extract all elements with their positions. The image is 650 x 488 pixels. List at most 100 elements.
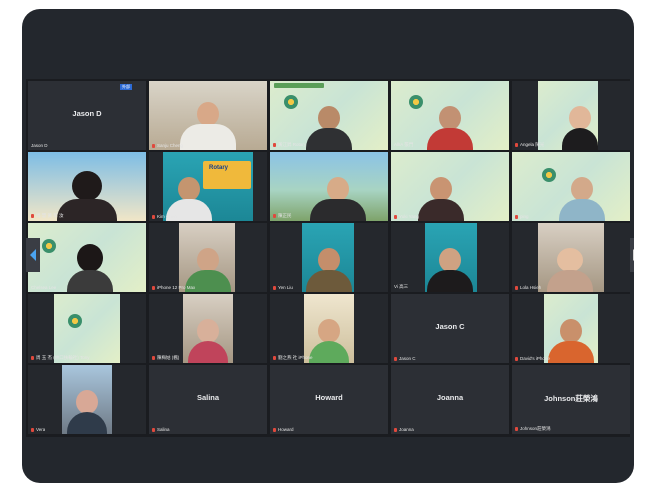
participant-tile-howard[interactable]: Howard Howard xyxy=(270,365,388,434)
participant-label: Salina xyxy=(152,427,170,432)
participant-tile-rotary-speaker[interactable]: 黃江昇 Rotary xyxy=(270,81,388,150)
participant-label: 陳正民 xyxy=(273,213,292,219)
participant-video-person xyxy=(310,177,366,221)
mic-muted-icon xyxy=(273,428,276,432)
participant-name: Joanna xyxy=(436,393,464,402)
participant-tile-yuki[interactable]: Yuki Yang xyxy=(391,152,509,221)
participant-label: Chelsea Lee xyxy=(31,285,57,290)
participant-tile-johnson[interactable]: Johnson莊榮鴻 Johnson莊榮鴻 xyxy=(512,365,630,434)
participant-label: Vera xyxy=(31,427,45,432)
participant-tile-allia[interactable]: AllIA 張門 xyxy=(391,81,509,150)
participant-tile-iphone12[interactable]: iPhone 12 Pro Max xyxy=(149,223,267,292)
participant-video-person xyxy=(306,106,352,150)
participant-video-person xyxy=(562,106,598,150)
participant-tile-salina[interactable]: Salina Salina xyxy=(149,365,267,434)
participant-label: Joanna xyxy=(394,427,414,432)
rotary-banner xyxy=(274,83,324,88)
participant-tile-jason-c[interactable]: Jason C Jason C xyxy=(391,294,509,363)
mic-muted-icon xyxy=(31,428,34,432)
participant-label: AllIA 張門 xyxy=(394,142,414,147)
participant-label: 陳梅姑 (楓) xyxy=(152,355,179,361)
participant-label: Angela 陳光 xyxy=(515,142,544,148)
mic-muted-icon xyxy=(152,356,155,360)
participant-tile-vi[interactable]: Vi 高三 xyxy=(391,223,509,292)
participant-video-person xyxy=(180,102,236,150)
participant-tile-r4c2[interactable]: 陳梅姑 (楓) xyxy=(149,294,267,363)
chevron-right-icon xyxy=(633,249,634,261)
participant-label: Sanju Cheng xyxy=(152,143,183,148)
mic-muted-icon xyxy=(394,428,397,432)
participant-video-person xyxy=(427,106,473,150)
participant-label: Jason D xyxy=(31,143,48,148)
participant-label: Jason C xyxy=(394,356,416,361)
mic-muted-icon xyxy=(515,357,518,361)
mic-muted-icon xyxy=(152,215,155,219)
participant-tile-angela[interactable]: Angela 陳光 xyxy=(512,81,630,150)
participant-label: Yen Liu xyxy=(273,285,293,290)
mic-muted-icon xyxy=(515,286,518,290)
participant-video-person xyxy=(427,248,473,292)
participant-name: Salina xyxy=(196,393,220,402)
participant-tile-david[interactable]: David's iPhone xyxy=(512,294,630,363)
participant-name: Howard xyxy=(315,393,343,402)
participant-video-person xyxy=(547,248,593,292)
participant-label: iPhone 12 Pro Max xyxy=(152,285,195,290)
participant-name: Johnson莊榮鴻 xyxy=(544,394,598,403)
prev-page-button[interactable] xyxy=(26,238,40,272)
participant-video-person xyxy=(67,244,113,292)
meeting-window: 外部 Jason D Jason D Sanju Cheng 黃江昇 Rotar… xyxy=(22,9,634,483)
mic-muted-icon xyxy=(515,143,518,147)
mic-muted-icon xyxy=(515,427,518,431)
mic-muted-icon xyxy=(394,357,397,361)
mic-muted-icon xyxy=(152,144,155,148)
rotary-logo-icon xyxy=(42,239,56,253)
mic-muted-icon xyxy=(31,214,34,218)
participant-label: Lola Hsieh xyxy=(515,285,541,290)
participant-video-person xyxy=(548,319,594,363)
mic-muted-icon xyxy=(273,356,276,360)
participant-tile-vera[interactable]: Vera xyxy=(28,365,146,434)
participant-tile-jason-d[interactable]: 外部 Jason D Jason D xyxy=(28,81,146,150)
rotary-logo-icon xyxy=(542,168,556,182)
participant-name: Jason C xyxy=(435,322,465,331)
participant-label: David's iPhone xyxy=(515,356,550,361)
mic-muted-icon xyxy=(515,215,518,219)
participant-tile-r4c3[interactable]: 劉之燕 社 iPhone xyxy=(270,294,388,363)
rotary-logo-icon xyxy=(409,95,423,109)
participant-video-person xyxy=(418,177,464,221)
participant-video-person xyxy=(188,319,228,363)
participant-tile-lola[interactable]: Lola Hsieh xyxy=(512,223,630,292)
mic-muted-icon xyxy=(394,215,397,219)
participant-tile-chelsea[interactable]: Chelsea Lee xyxy=(28,223,146,292)
participant-tile-tony[interactable]: 周 玉 杰 (林口扶輪社) Tony xyxy=(28,294,146,363)
participant-video-person xyxy=(309,319,349,363)
participant-label: 周 慧 黃 萃 汝 xyxy=(31,213,64,219)
participant-label: 黃江昇 Rotary xyxy=(273,142,306,148)
participant-tile-r2c1[interactable]: 周 慧 黃 萃 汝 xyxy=(28,152,146,221)
participant-label: Yuki Yang xyxy=(394,214,419,219)
chevron-left-icon xyxy=(30,249,36,261)
mic-muted-icon xyxy=(273,143,276,147)
participant-name: Jason D xyxy=(72,109,102,118)
mic-muted-icon xyxy=(273,286,276,290)
participant-tile-r2c3[interactable]: 陳正民 xyxy=(270,152,388,221)
gallery-grid: 外部 Jason D Jason D Sanju Cheng 黃江昇 Rotar… xyxy=(26,79,630,437)
participant-label: ping xyxy=(515,214,529,219)
mic-muted-icon xyxy=(152,428,155,432)
participant-label: 周 玉 杰 (林口扶輪社) Tony xyxy=(31,355,90,361)
mic-muted-icon xyxy=(31,356,34,360)
participant-label: 劉之燕 社 iPhone xyxy=(273,355,313,361)
participant-tile-sanju[interactable]: Sanju Cheng xyxy=(149,81,267,150)
participant-tile-yen[interactable]: Yen Liu xyxy=(270,223,388,292)
participant-label: Johnson莊榮鴻 xyxy=(515,426,551,432)
participant-tile-joanna[interactable]: Joanna Joanna xyxy=(391,365,509,434)
external-badge: 外部 xyxy=(120,84,132,90)
rotary-logo-icon xyxy=(284,95,298,109)
participant-tile-ping[interactable]: ping xyxy=(512,152,630,221)
participant-video-person xyxy=(57,171,117,221)
mic-muted-icon xyxy=(273,214,276,218)
participant-label: Vi 高三 xyxy=(394,284,409,289)
participant-tile-kim[interactable]: Rotary Kim Chen xyxy=(149,152,267,221)
next-page-button[interactable] xyxy=(630,238,634,272)
video-feed xyxy=(54,294,120,363)
